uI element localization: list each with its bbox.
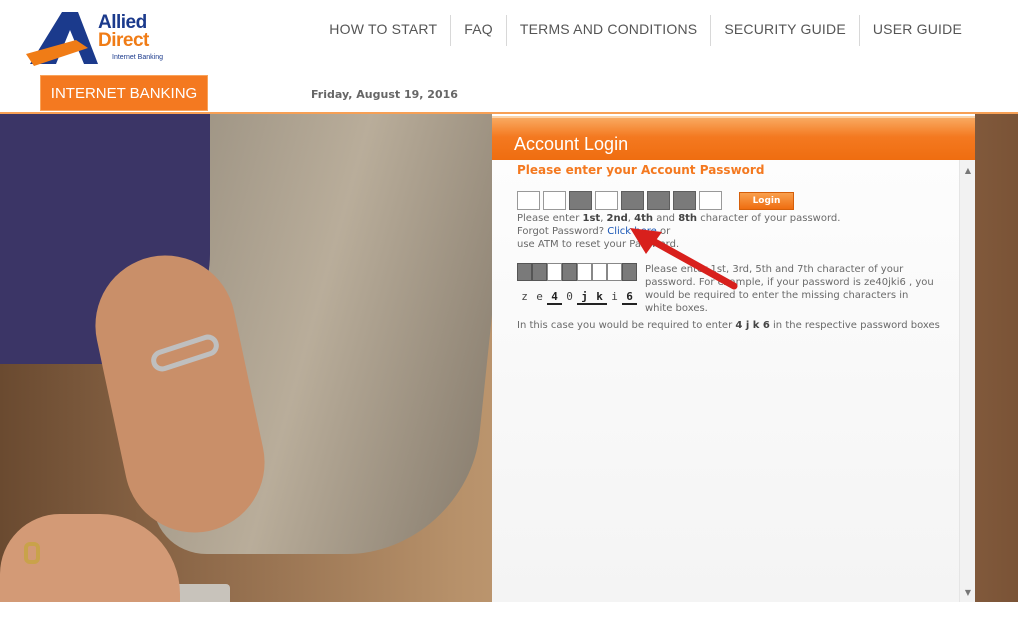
panel-header: Account Login [492,116,975,160]
logo-a-icon [26,12,98,66]
instruction-pos-1: 1st [582,213,601,224]
footer-suffix: in the respective password boxes [769,320,940,331]
example-char: z [521,290,528,303]
example-box [592,263,607,281]
example-char-highlight: k [592,290,607,305]
password-char-5-disabled [621,191,644,210]
example-box [532,263,547,281]
password-char-1[interactable] [517,191,540,210]
password-char-4[interactable] [595,191,618,210]
example-char: 0 [566,290,573,303]
panel-scrollbar[interactable] [959,160,975,602]
forgot-password-link[interactable]: Click here [607,226,657,237]
example-char: e [536,290,543,303]
allied-direct-logo[interactable]: Allied Direct Internet Banking [26,10,176,66]
example-description: Please enter 1st, 3rd, 5th and 7th chara… [645,264,934,314]
forgot-password-line: Forgot Password? Click here or [517,225,670,238]
footer-bold: 4 j k 6 [735,320,770,331]
instruction-pos-2: 2nd [606,213,628,224]
photo-ring [24,542,40,564]
account-login-panel: Account Login ▲ ▼ Please enter your Acco… [492,114,975,602]
example-char-highlight: j [577,290,592,305]
instruction-prefix: Please enter [517,213,583,224]
password-char-8[interactable] [699,191,722,210]
example-box [547,263,562,281]
example-char-highlight: 6 [622,290,637,305]
example-box [562,263,577,281]
password-boxes [517,191,722,210]
nav-how-to-start[interactable]: HOW TO START [316,15,450,46]
instruction-sep: and [653,213,679,224]
password-char-6-disabled [647,191,670,210]
example-footer: In this case you would be required to en… [517,319,940,332]
example-box [607,263,622,281]
example-characters: z e 4 0 j k i 6 [517,290,637,305]
password-char-3-disabled [569,191,592,210]
nav-user-guide[interactable]: USER GUIDE [858,15,975,46]
scroll-down-icon[interactable]: ▼ [965,588,971,597]
login-button[interactable]: Login [739,192,794,210]
current-date: Friday, August 19, 2016 [311,88,458,101]
example-char-highlight: 4 [547,290,562,305]
example-box [517,263,532,281]
footer-prefix: In this case you would be required to en… [517,320,736,331]
example-box [622,263,637,281]
example-box [577,263,592,281]
forgot-prefix: Forgot Password? [517,226,608,237]
internet-banking-tab[interactable]: INTERNET BANKING [40,75,208,111]
panel-title: Account Login [514,134,629,154]
forgot-suffix: or [656,226,671,237]
nav-security-guide[interactable]: SECURITY GUIDE [710,15,859,46]
nav-terms-and-conditions[interactable]: TERMS AND CONDITIONS [505,15,710,46]
password-char-7-disabled [673,191,696,210]
nav-faq[interactable]: FAQ [450,15,506,46]
logo-tagline: Internet Banking [112,54,163,61]
instruction-suffix: character of your password. [697,213,841,224]
example-boxes [517,263,637,281]
password-char-2[interactable] [543,191,566,210]
example-char: i [611,290,618,303]
password-instruction: Please enter 1st, 2nd, 4th and 8th chara… [517,212,840,225]
instruction-pos-3: 4th [634,213,654,224]
scroll-up-icon[interactable]: ▲ [965,166,971,175]
instruction-pos-4: 8th [678,213,698,224]
top-navigation: HOW TO START FAQ TERMS AND CONDITIONS SE… [316,15,975,46]
logo-line2: Direct [98,30,149,51]
atm-reset-text: use ATM to reset your Password. [517,239,680,250]
password-heading: Please enter your Account Password [517,163,765,177]
